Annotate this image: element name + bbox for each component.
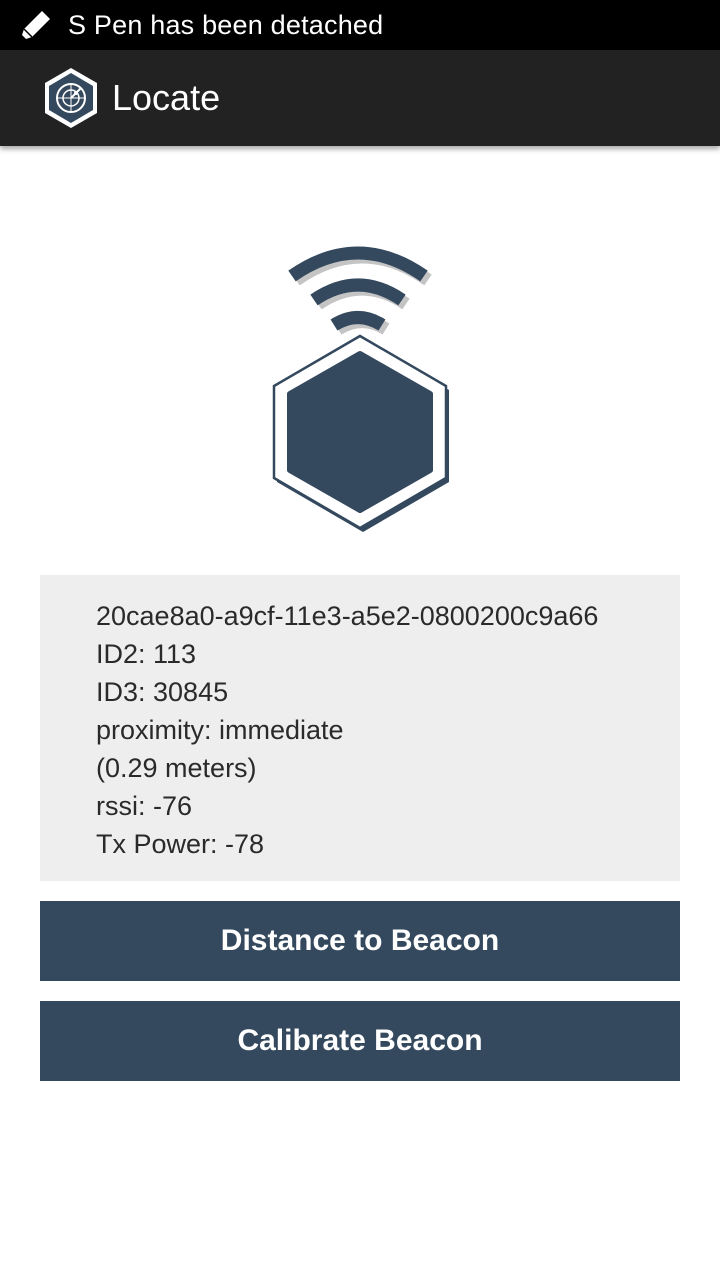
beacon-rssi: rssi: -76: [96, 791, 193, 821]
action-bar: Locate: [0, 50, 720, 146]
signal-arcs: [288, 246, 428, 331]
beacon-tx-power: Tx Power: -78: [96, 829, 265, 859]
page-title: Locate: [112, 77, 221, 118]
beacon-proximity: proximity: immediate: [96, 715, 344, 745]
distance-to-beacon-button[interactable]: Distance to Beacon: [40, 901, 680, 981]
status-notification-text: S Pen has been detached: [68, 9, 384, 40]
pen-icon: [22, 11, 50, 39]
status-bar: S Pen has been detached: [0, 0, 720, 50]
beacon-id3: ID3: 30845: [96, 677, 229, 707]
calibrate-beacon-button[interactable]: Calibrate Beacon: [40, 1001, 680, 1081]
radar-hexagon-icon[interactable]: [42, 66, 100, 130]
beacon-id2: ID2: 113: [96, 639, 197, 669]
beacon-uuid: 20cae8a0-a9cf-11e3-a5e2-0800200c9a66: [96, 601, 599, 631]
beacon-distance: (0.29 meters): [96, 753, 257, 783]
beacon-signal-icon: [272, 246, 449, 532]
beacon-info-panel: 20cae8a0-a9cf-11e3-a5e2-0800200c9a66 ID2…: [40, 575, 680, 881]
